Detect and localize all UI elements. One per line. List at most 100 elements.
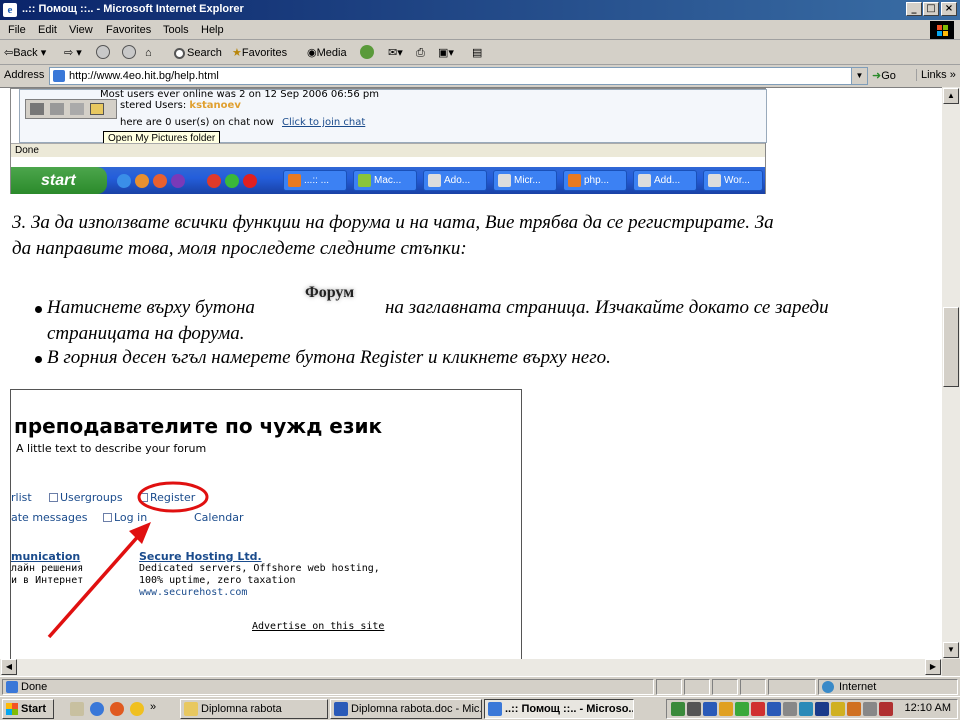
vertical-scrollbar[interactable]: ▲ ▼ [942, 87, 960, 659]
scroll-up-icon[interactable]: ▲ [943, 88, 959, 104]
menu-view[interactable]: View [69, 24, 93, 36]
address-input[interactable]: http://www.4eo.hit.bg/help.html ▼ [49, 67, 868, 85]
xp-task-button: Mac... [353, 170, 417, 191]
bullet-icon [35, 356, 42, 363]
taskbar-button-word[interactable]: Diplomna rabota.doc - Mic... [330, 699, 482, 719]
edit-button[interactable]: ▣▾ [438, 45, 454, 61]
step3-line2: да направите това, моля проследете следн… [12, 238, 467, 259]
close-button[interactable]: × [941, 2, 957, 16]
menu-edit[interactable]: Edit [38, 24, 57, 36]
volume-icon[interactable] [863, 702, 877, 716]
media-quicklaunch-icon[interactable] [110, 702, 124, 716]
status-cell [712, 679, 738, 695]
tray-icon[interactable] [735, 702, 749, 716]
favorites-icon: ★ [232, 47, 242, 59]
taskbar-button-folder[interactable]: Diplomna rabota [180, 699, 328, 719]
links-button[interactable]: Links » [916, 69, 956, 81]
tray-icon[interactable] [783, 702, 797, 716]
screenshot-forum-stats: Most users ever online was 2 on 12 Sep 2… [10, 88, 767, 194]
taskbar-button-ie[interactable]: ..:: Помощ ::.. - Microso... [484, 699, 634, 719]
quicklaunch-icon[interactable] [130, 702, 144, 716]
address-url: http://www.4eo.hit.bg/help.html [69, 70, 219, 82]
menu-file[interactable]: File [8, 24, 26, 36]
address-dropdown-icon[interactable]: ▼ [851, 68, 867, 84]
internet-globe-icon [822, 681, 834, 693]
ie-icon [488, 702, 502, 716]
tray-icon[interactable] [831, 702, 845, 716]
xp-start-button: start [11, 167, 107, 194]
print-button[interactable]: ⎙ [416, 45, 425, 61]
start-button[interactable]: Start [2, 699, 54, 719]
ie-quicklaunch-icon[interactable] [90, 702, 104, 716]
go-button[interactable]: ➜Go [872, 69, 896, 82]
annotation-overlay [47, 481, 209, 639]
stats-line-registered: stered Users: kstanoev [120, 100, 241, 111]
menu-favorites[interactable]: Favorites [106, 24, 151, 36]
home-icon: ⌂ [145, 47, 152, 59]
back-button[interactable]: ⇦Back ▾ [4, 45, 46, 61]
history-button[interactable] [360, 45, 376, 61]
scroll-right-icon[interactable]: ▶ [925, 659, 941, 675]
scroll-down-icon[interactable]: ▼ [943, 642, 959, 658]
tray-icon[interactable] [879, 702, 893, 716]
tray-icon[interactable] [751, 702, 765, 716]
windows-flag-icon [6, 703, 18, 715]
tray-icon[interactable] [687, 702, 701, 716]
stop-button[interactable] [96, 45, 112, 61]
status-cell [768, 679, 816, 695]
address-label: Address [4, 69, 45, 81]
show-desktop-icon[interactable] [70, 702, 84, 716]
mail-icon [70, 103, 84, 115]
forum-button-image: Форум [305, 284, 355, 301]
status-cell [684, 679, 710, 695]
quicklaunch-icon [171, 174, 185, 188]
tray-icon[interactable] [671, 702, 685, 716]
print-icon: ⎙ [416, 47, 425, 59]
menu-help[interactable]: Help [201, 24, 224, 36]
stats-line-most-online: Most users ever online was 2 on 12 Sep 2… [100, 89, 379, 100]
menu-tools[interactable]: Tools [163, 24, 189, 36]
quicklaunch-icon [207, 174, 221, 188]
tray-icon[interactable] [703, 702, 717, 716]
refresh-button[interactable] [122, 45, 138, 61]
register-highlight-ellipse [137, 481, 209, 513]
quicklaunch-icon [225, 174, 239, 188]
scroll-thumb[interactable] [943, 307, 959, 387]
go-arrow-icon: ➜ [872, 70, 882, 82]
bullet-icon [35, 306, 42, 313]
scroll-left-icon[interactable]: ◀ [1, 659, 17, 675]
tray-icon[interactable] [799, 702, 813, 716]
search-button[interactable]: Search [174, 45, 222, 61]
inner-status-bar: Done [11, 143, 765, 157]
system-tray: 12:10 AM [666, 699, 958, 719]
discuss-button[interactable]: ▤ [472, 45, 482, 61]
refresh-icon [122, 45, 136, 59]
browser-window: e ..:: Помощ ::.. - Microsoft Internet E… [0, 0, 960, 720]
horizontal-scrollbar[interactable]: ◀ ▶ [0, 659, 942, 676]
windows-logo-icon [930, 21, 954, 39]
tray-icon[interactable] [847, 702, 861, 716]
xp-task-button: Ado... [423, 170, 487, 191]
tray-icon[interactable] [767, 702, 781, 716]
address-bar: Address http://www.4eo.hit.bg/help.html … [0, 66, 960, 86]
bullet1-part1: Натиснете върху бутона [47, 297, 255, 318]
home-button[interactable]: ⌂ [145, 45, 152, 61]
forward-button[interactable]: ⇨ ▾ [64, 45, 82, 61]
mail-button[interactable]: ✉▾ [388, 45, 403, 61]
join-chat-link[interactable]: Click to join chat [282, 117, 365, 128]
minimize-button[interactable]: _ [906, 2, 922, 16]
favorites-button[interactable]: ★Favorites [232, 45, 287, 61]
xp-task-button: Wor... [703, 170, 763, 191]
quicklaunch-icon [135, 174, 149, 188]
clock: 12:10 AM [904, 702, 951, 714]
pictures-folder-icon [90, 103, 104, 115]
media-button[interactable]: ◉Media [307, 45, 347, 61]
page-content: Most users ever online was 2 on 12 Sep 2… [0, 87, 942, 659]
status-bar: Done Internet [0, 676, 960, 696]
standard-toolbar: ⇦Back ▾ ⇨ ▾ ⌂ Search ★Favorites ◉Media ✉… [0, 41, 960, 65]
bullet1-part2: на заглавната страница. Изчакайте докато… [385, 297, 829, 318]
maximize-button[interactable]: □ [923, 2, 939, 16]
quicklaunch-more-icon[interactable]: » [150, 701, 156, 713]
language-indicator-icon[interactable] [815, 702, 829, 716]
tray-icon[interactable] [719, 702, 733, 716]
